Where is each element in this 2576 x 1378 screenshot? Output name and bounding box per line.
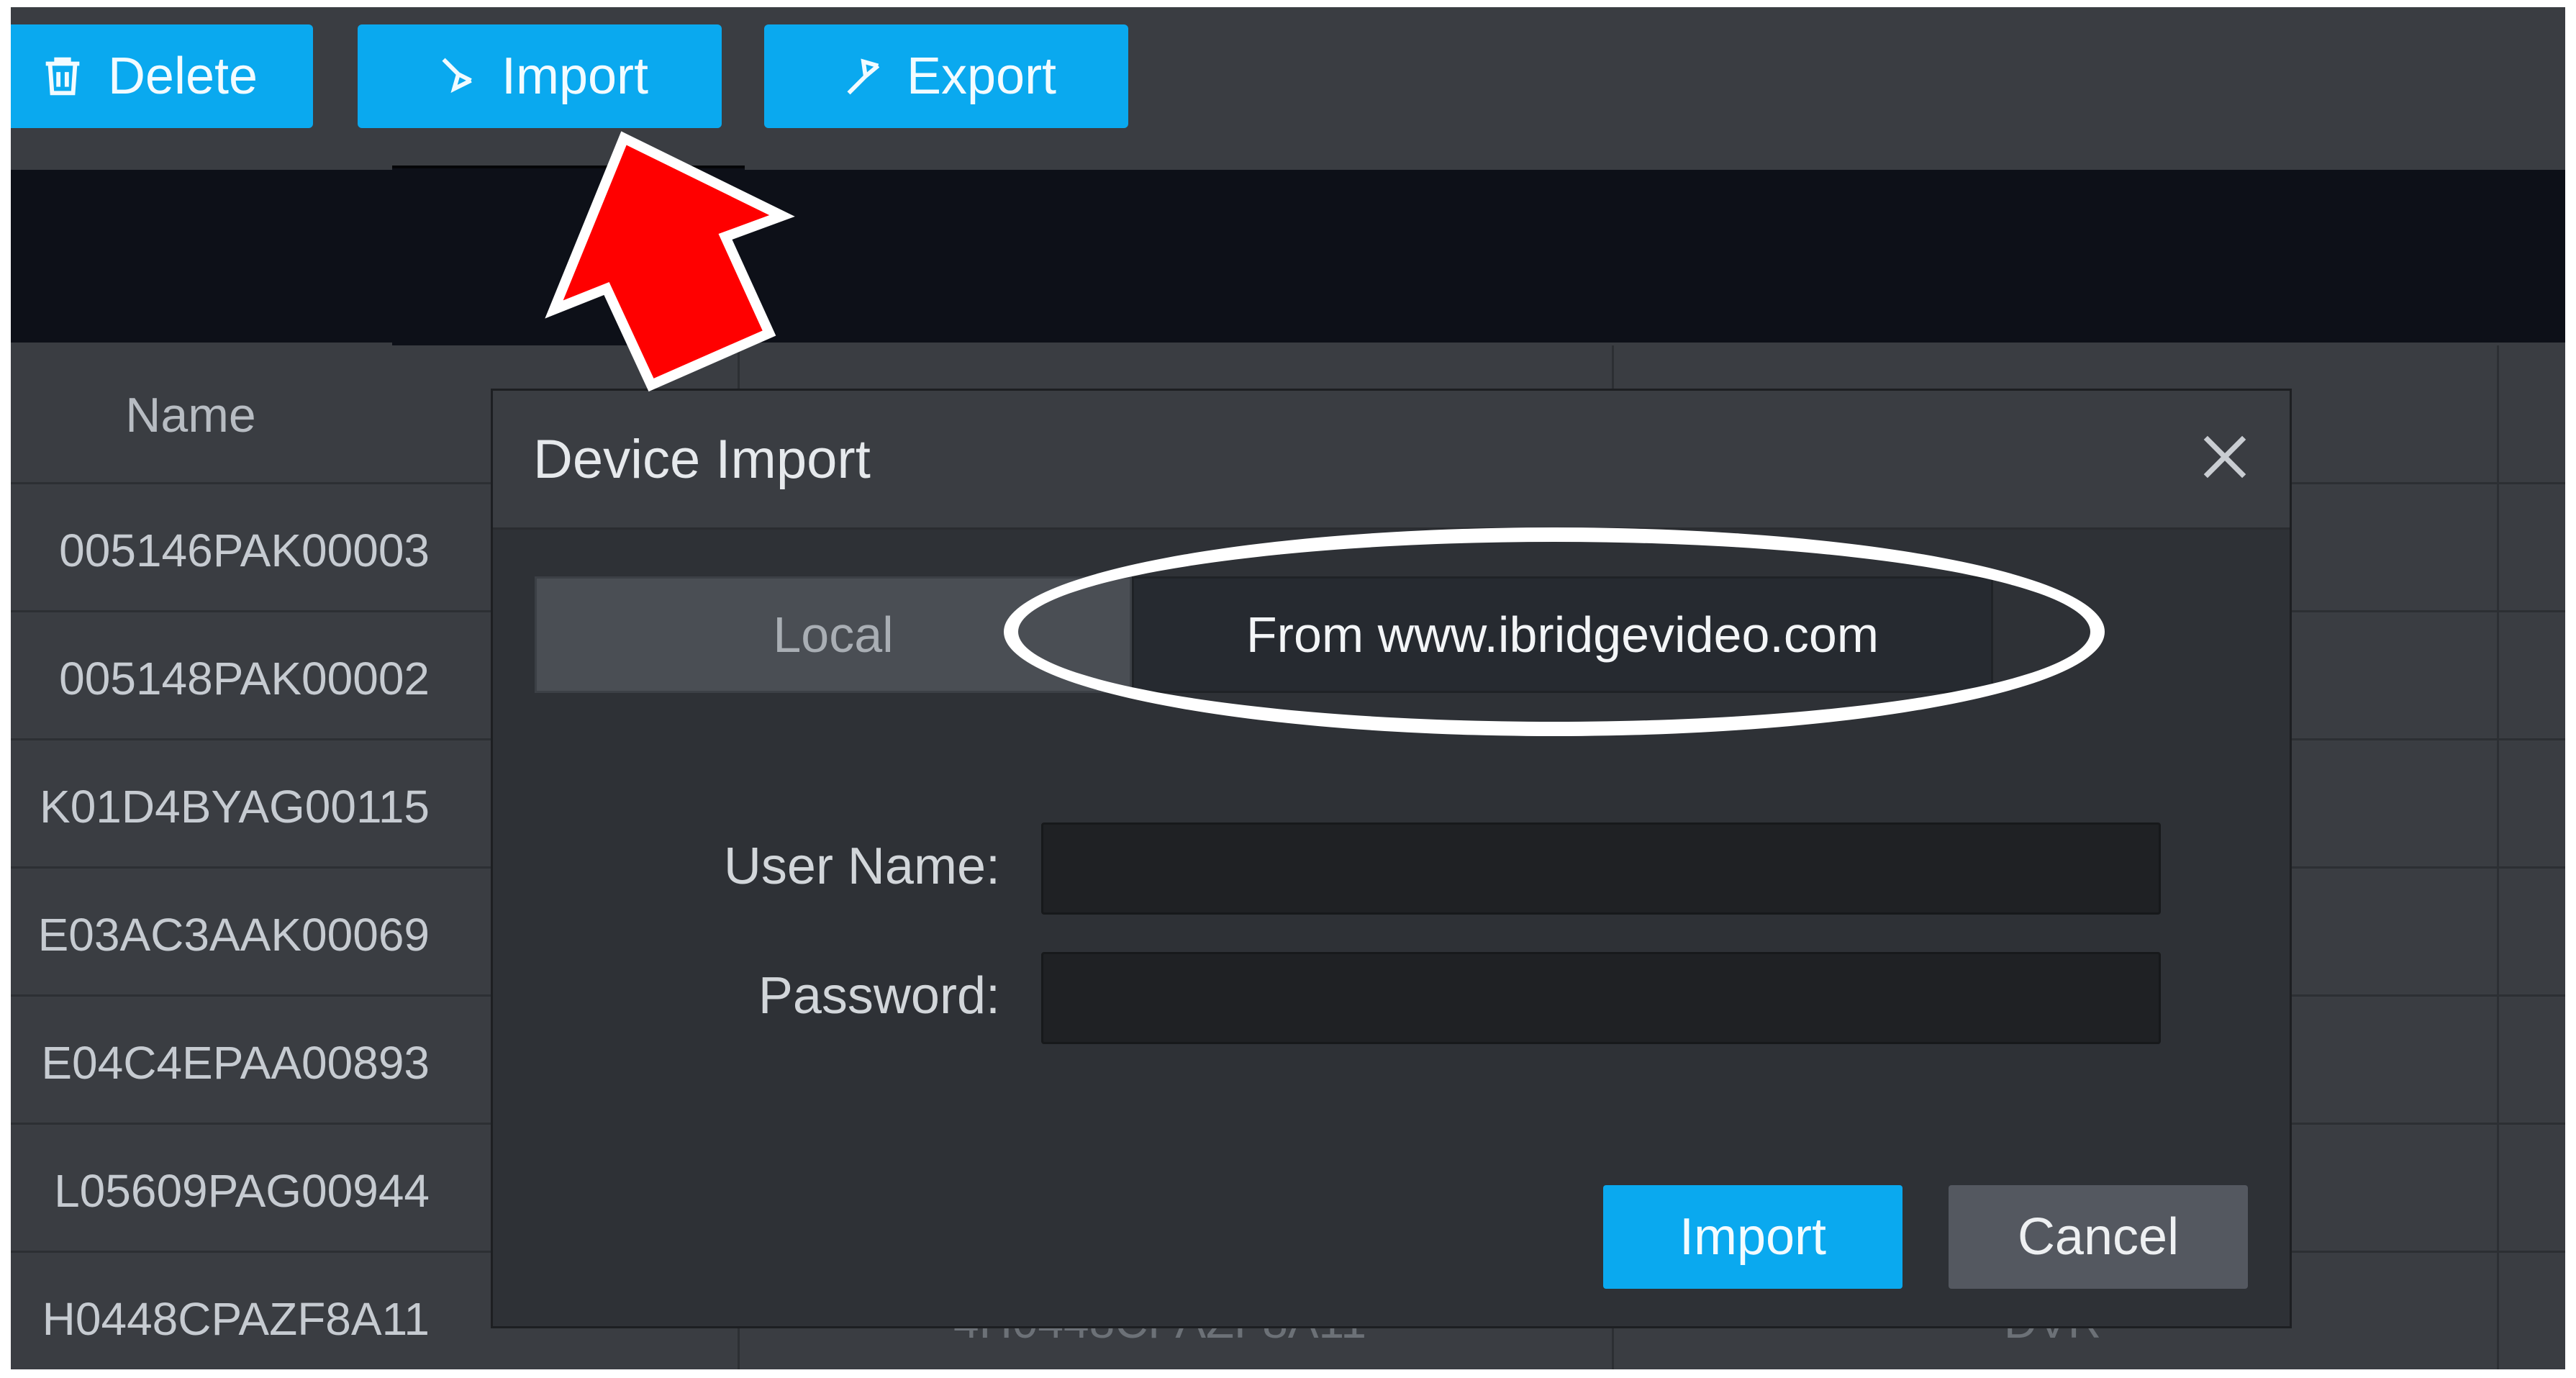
import-icon [431, 51, 481, 101]
column-header-name[interactable]: Name [11, 387, 371, 443]
dialog-title-bar: Device Import [493, 391, 2290, 530]
table-row-name[interactable]: E04C4EPAA00893 [11, 1036, 443, 1089]
close-icon[interactable] [2196, 428, 2254, 486]
device-manager-window: Delete Import Export Name 005146PAK00003… [11, 7, 2565, 1369]
tab-local[interactable]: Local [535, 576, 1132, 693]
export-icon [836, 51, 886, 101]
import-button[interactable]: Import [358, 24, 722, 128]
tab-from-website[interactable]: From www.ibridgevideo.com [1132, 576, 1993, 693]
filter-band-tab [392, 166, 745, 348]
table-row-name[interactable]: 005148PAK00002 [11, 652, 443, 705]
table-row-name[interactable]: H0448CPAZF8A11 [11, 1292, 443, 1346]
tab-from-website-label: From www.ibridgevideo.com [1246, 607, 1879, 663]
dialog-import-button-label: Import [1679, 1208, 1827, 1266]
column-separator [2497, 345, 2499, 1369]
tab-local-label: Local [773, 607, 894, 663]
delete-button-label: Delete [107, 47, 258, 105]
table-row-name[interactable]: 005146PAK00003 [11, 524, 443, 577]
password-input[interactable] [1041, 952, 2161, 1044]
password-label: Password: [758, 967, 1000, 1025]
export-button[interactable]: Export [764, 24, 1128, 128]
delete-button[interactable]: Delete [11, 24, 313, 128]
table-row-name[interactable]: E03AC3AAK00069 [11, 908, 443, 961]
table-row-name[interactable]: K01D4BYAG00115 [11, 780, 443, 833]
dialog-import-button[interactable]: Import [1603, 1185, 1902, 1289]
table-row-name[interactable]: L05609PAG00944 [11, 1164, 443, 1218]
dialog-cancel-button-label: Cancel [2017, 1208, 2180, 1266]
username-input[interactable] [1041, 822, 2161, 915]
export-button-label: Export [906, 47, 1057, 105]
dialog-title: Device Import [533, 429, 871, 490]
device-import-dialog: Device Import Local From www.ibridgevide… [491, 389, 2292, 1328]
import-button-label: Import [501, 47, 649, 105]
trash-icon [37, 51, 88, 101]
dialog-cancel-button[interactable]: Cancel [1949, 1185, 2248, 1289]
username-label: User Name: [723, 838, 1000, 895]
